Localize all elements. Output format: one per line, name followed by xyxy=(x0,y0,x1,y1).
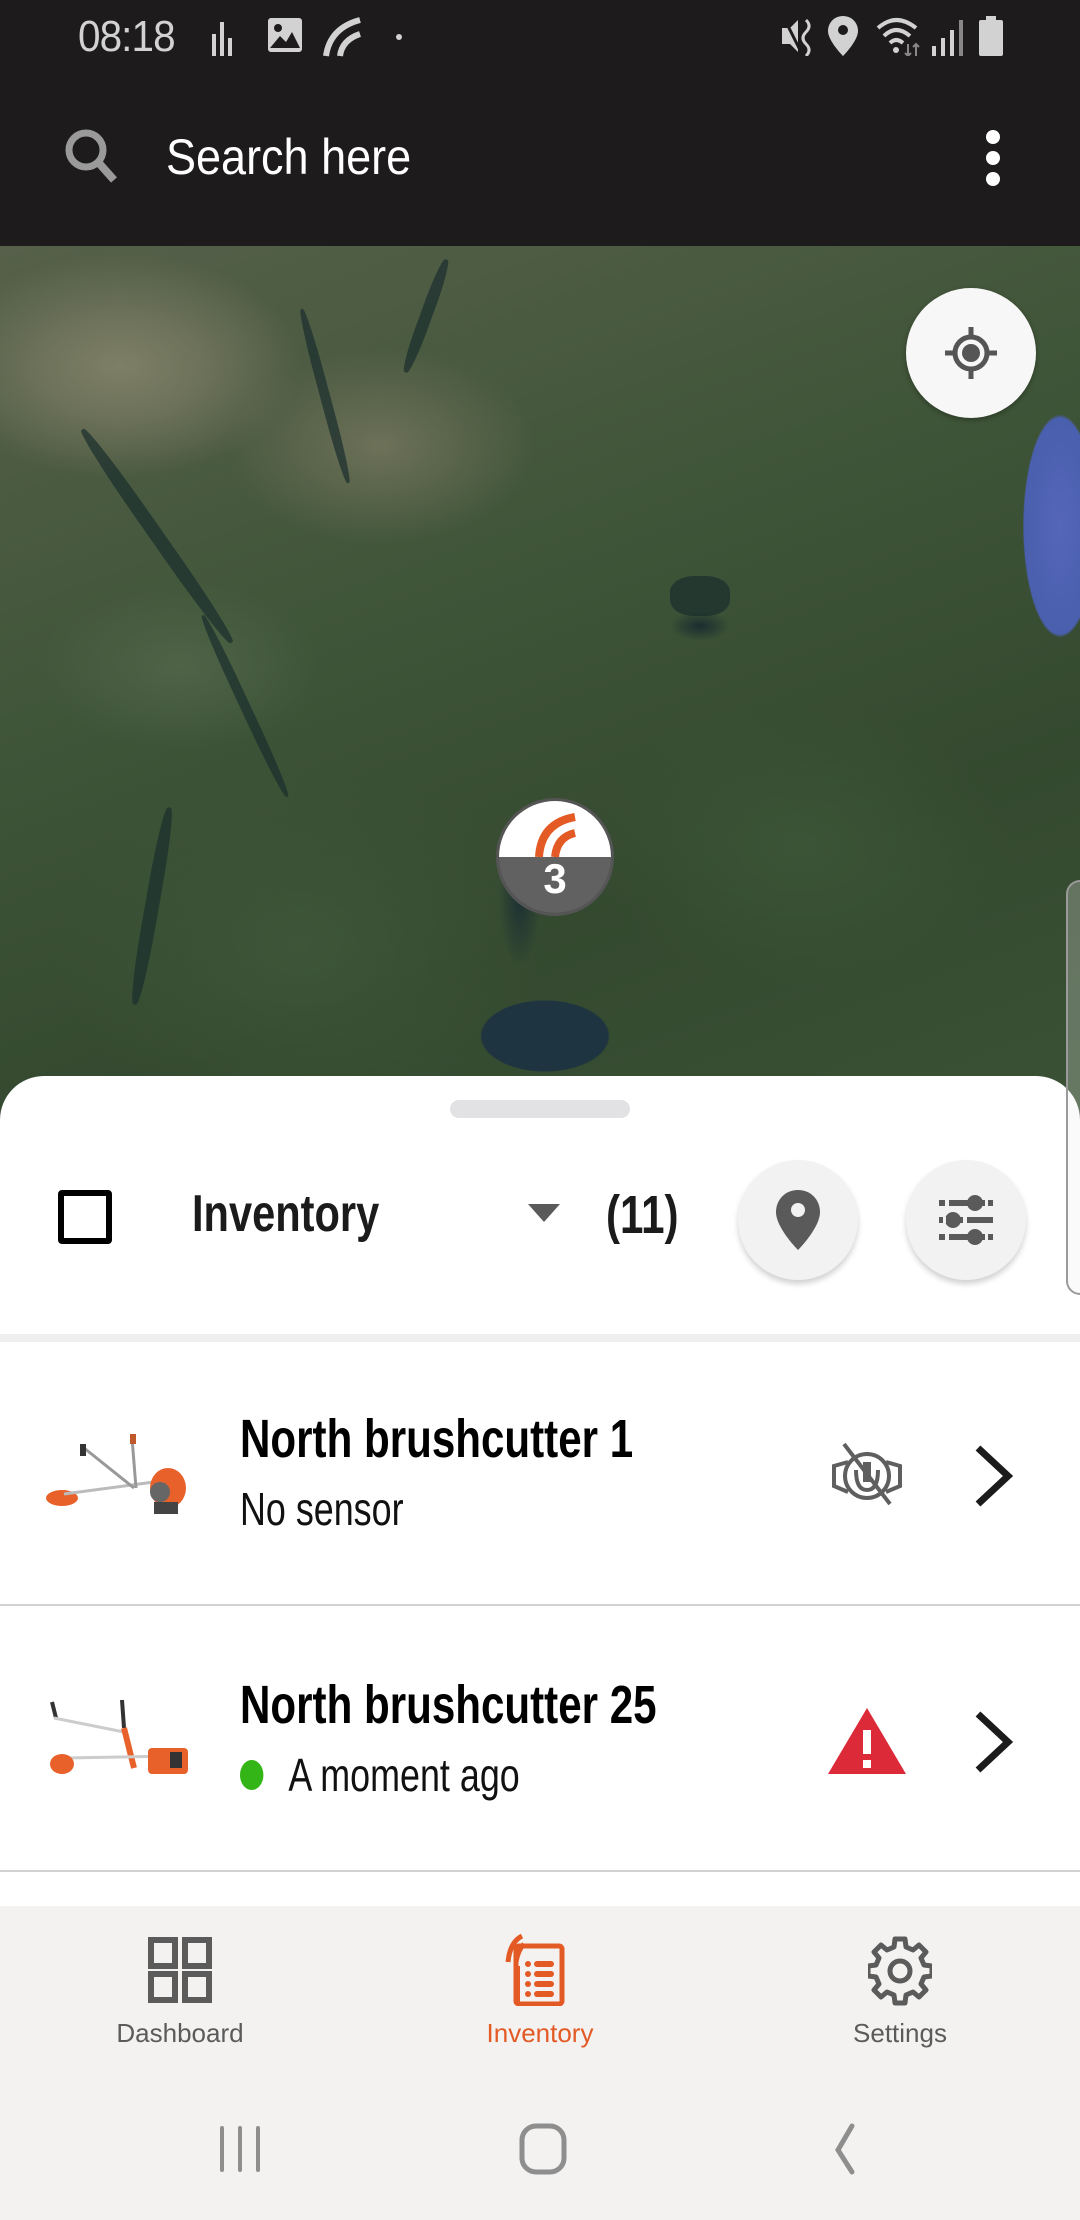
list-item[interactable]: North brushcutter 25 A moment ago xyxy=(0,1608,1080,1872)
chevron-right-icon[interactable] xyxy=(972,1710,1016,1774)
dot-icon xyxy=(396,34,402,40)
nav-dashboard[interactable]: Dashboard xyxy=(0,1906,360,2070)
inventory-dropdown[interactable]: Inventory xyxy=(192,1176,572,1256)
my-location-icon xyxy=(945,327,997,379)
item-name: North brushcutter 25 xyxy=(240,1675,657,1735)
chevron-right-icon[interactable] xyxy=(972,1444,1016,1508)
nav-label: Settings xyxy=(853,2018,947,2048)
edge-panel-handle[interactable] xyxy=(1066,880,1080,1295)
location-icon xyxy=(828,16,858,56)
item-status-text: A moment ago xyxy=(288,1749,520,1801)
gear-icon xyxy=(868,1936,932,2006)
system-navigation xyxy=(0,2070,1080,2220)
no-sensor-icon xyxy=(832,1442,902,1506)
item-status: No sensor xyxy=(240,1482,404,1536)
item-status: A moment ago xyxy=(240,1748,520,1802)
recent-apps-icon[interactable] xyxy=(212,2120,272,2180)
cell-signal-icon xyxy=(932,20,963,56)
warning-icon xyxy=(828,1708,906,1774)
search-bar[interactable]: Search here xyxy=(0,72,1080,246)
dropdown-label: Inventory xyxy=(192,1185,380,1243)
caret-down-icon xyxy=(528,1204,560,1222)
item-count: (11) xyxy=(606,1185,679,1245)
wifi-icon xyxy=(876,18,920,56)
nav-label: Dashboard xyxy=(116,2018,244,2048)
drag-handle[interactable] xyxy=(450,1100,630,1118)
nav-label: Inventory xyxy=(486,2018,594,2048)
list-item[interactable]: North brushcutter 1 No sensor xyxy=(0,1342,1080,1606)
brushcutter-petrol-image xyxy=(46,1434,186,1514)
inventory-sheet: Inventory (11) North brushcutter 1 No se… xyxy=(0,1076,1080,1906)
nav-settings[interactable]: Settings xyxy=(720,1906,1080,2070)
status-bar: 08:18 xyxy=(0,0,1080,72)
search-icon xyxy=(65,129,117,183)
select-all-checkbox[interactable] xyxy=(58,1190,112,1244)
screen: 08:18 Search here 3 Inventory (11) North… xyxy=(0,0,1080,2220)
mute-vibrate-icon xyxy=(782,17,811,56)
inventory-list-icon xyxy=(505,1934,565,2006)
dashboard-grid-icon xyxy=(148,1937,212,2003)
map-pin-icon xyxy=(776,1190,820,1250)
satellite-map[interactable]: 3 xyxy=(0,246,1080,1126)
search-input[interactable]: Search here xyxy=(166,128,411,186)
brushcutter-battery-image xyxy=(50,1699,188,1774)
nav-inventory[interactable]: Inventory xyxy=(360,1906,720,2070)
item-status-text: No sensor xyxy=(240,1483,404,1535)
cluster-marker[interactable]: 3 xyxy=(496,798,614,916)
cluster-count: 3 xyxy=(543,855,567,902)
bottom-navigation: Dashboard Inventory Settings xyxy=(0,1906,1080,2070)
app-signal-icon xyxy=(323,17,362,57)
more-vert-icon[interactable] xyxy=(978,128,1008,188)
item-name: North brushcutter 1 xyxy=(240,1409,634,1469)
filter-button[interactable] xyxy=(906,1160,1026,1280)
filter-sliders-icon xyxy=(939,1195,993,1245)
map-pin-button[interactable] xyxy=(738,1160,858,1280)
image-icon xyxy=(268,18,302,52)
status-time: 08:18 xyxy=(78,12,176,61)
online-status-dot xyxy=(240,1760,264,1790)
home-icon[interactable] xyxy=(514,2120,574,2180)
signal-arcs-icon xyxy=(535,813,577,858)
divider xyxy=(0,1334,1080,1342)
signal-bars-icon xyxy=(212,22,232,56)
battery-icon xyxy=(979,16,1003,56)
back-icon[interactable] xyxy=(818,2120,878,2180)
my-location-button[interactable] xyxy=(906,288,1036,418)
